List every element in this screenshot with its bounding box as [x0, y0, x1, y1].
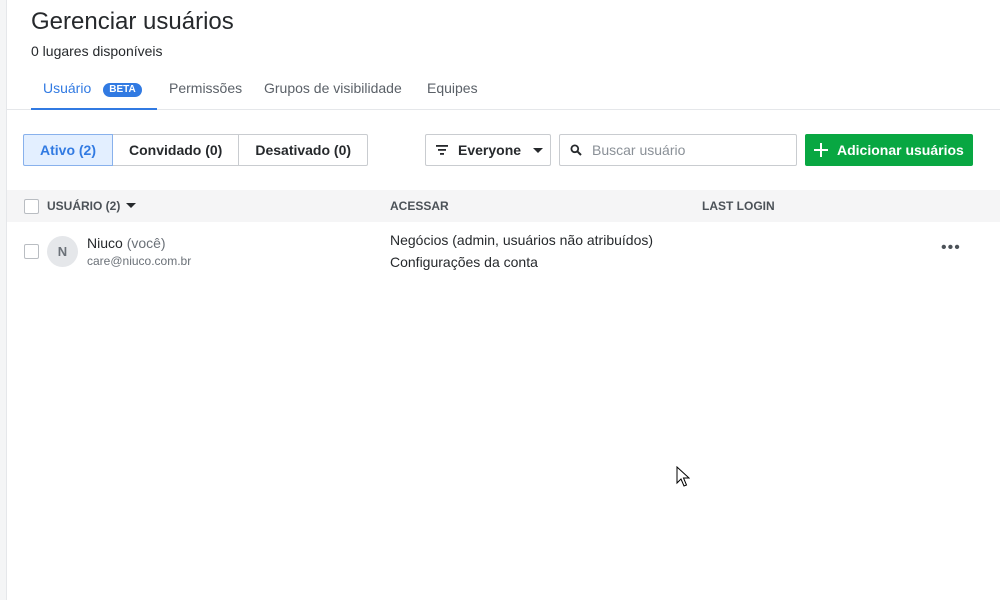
- tab-permissoes[interactable]: Permissões: [169, 66, 242, 110]
- tab-equipes[interactable]: Equipes: [427, 66, 478, 110]
- filter-icon: [436, 145, 448, 155]
- column-header-access: ACESSAR: [390, 199, 449, 213]
- access-line-2: Configurações da conta: [390, 254, 538, 270]
- chevron-down-icon: [533, 147, 544, 153]
- segment-ativo[interactable]: Ativo (2): [23, 134, 113, 166]
- segment-convidado[interactable]: Convidado (0): [112, 134, 240, 166]
- more-actions-icon[interactable]: •••: [941, 240, 961, 256]
- tab-usuario-label: Usuário: [43, 80, 92, 96]
- add-users-label: Adicionar usuários: [837, 142, 964, 158]
- tab-bar: Usuário BETA Permissões Grupos de visibil…: [7, 66, 1000, 110]
- segment-desativado[interactable]: Desativado (0): [238, 134, 369, 166]
- avatar: N: [47, 236, 78, 267]
- access-line-1: Negócios (admin, usuários não atribuídos…: [390, 232, 654, 248]
- search-input[interactable]: [592, 142, 782, 158]
- mouse-cursor-icon: [676, 466, 690, 487]
- user-name-text: Niuco: [87, 235, 123, 251]
- user-you-label: (você): [126, 235, 166, 251]
- main-panel: Gerenciar usuários 0 lugares disponíveis…: [6, 0, 1000, 600]
- table-header: USUÁRIO (2) ACESSAR LAST LOGIN: [7, 190, 1000, 222]
- visibility-filter-label: Everyone: [458, 142, 522, 158]
- tab-usuario[interactable]: Usuário BETA: [31, 66, 157, 110]
- page-title: Gerenciar usuários: [31, 8, 234, 35]
- search-icon: [570, 144, 582, 156]
- tab-grupos-visibilidade[interactable]: Grupos de visibilidade: [264, 66, 402, 110]
- table-row: N Niuco (você) care@niuco.com.br Negócio…: [7, 222, 1000, 282]
- user-name: Niuco (você): [87, 235, 166, 251]
- user-email: care@niuco.com.br: [87, 254, 192, 268]
- row-checkbox[interactable]: [24, 244, 39, 259]
- visibility-filter-dropdown[interactable]: Everyone: [425, 134, 551, 166]
- beta-badge: BETA: [103, 83, 142, 97]
- search-box: [559, 134, 797, 166]
- plus-icon: [814, 143, 828, 157]
- sort-caret-icon: [126, 203, 137, 208]
- seats-available: 0 lugares disponíveis: [31, 43, 163, 59]
- column-header-user-label: USUÁRIO (2): [47, 199, 121, 213]
- add-users-button[interactable]: Adicionar usuários: [805, 134, 973, 166]
- column-header-last-login: LAST LOGIN: [702, 199, 775, 213]
- column-header-user[interactable]: USUÁRIO (2): [47, 190, 137, 222]
- status-segmented-control: Ativo (2) Convidado (0) Desativado (0): [23, 134, 369, 166]
- select-all-checkbox[interactable]: [24, 199, 39, 214]
